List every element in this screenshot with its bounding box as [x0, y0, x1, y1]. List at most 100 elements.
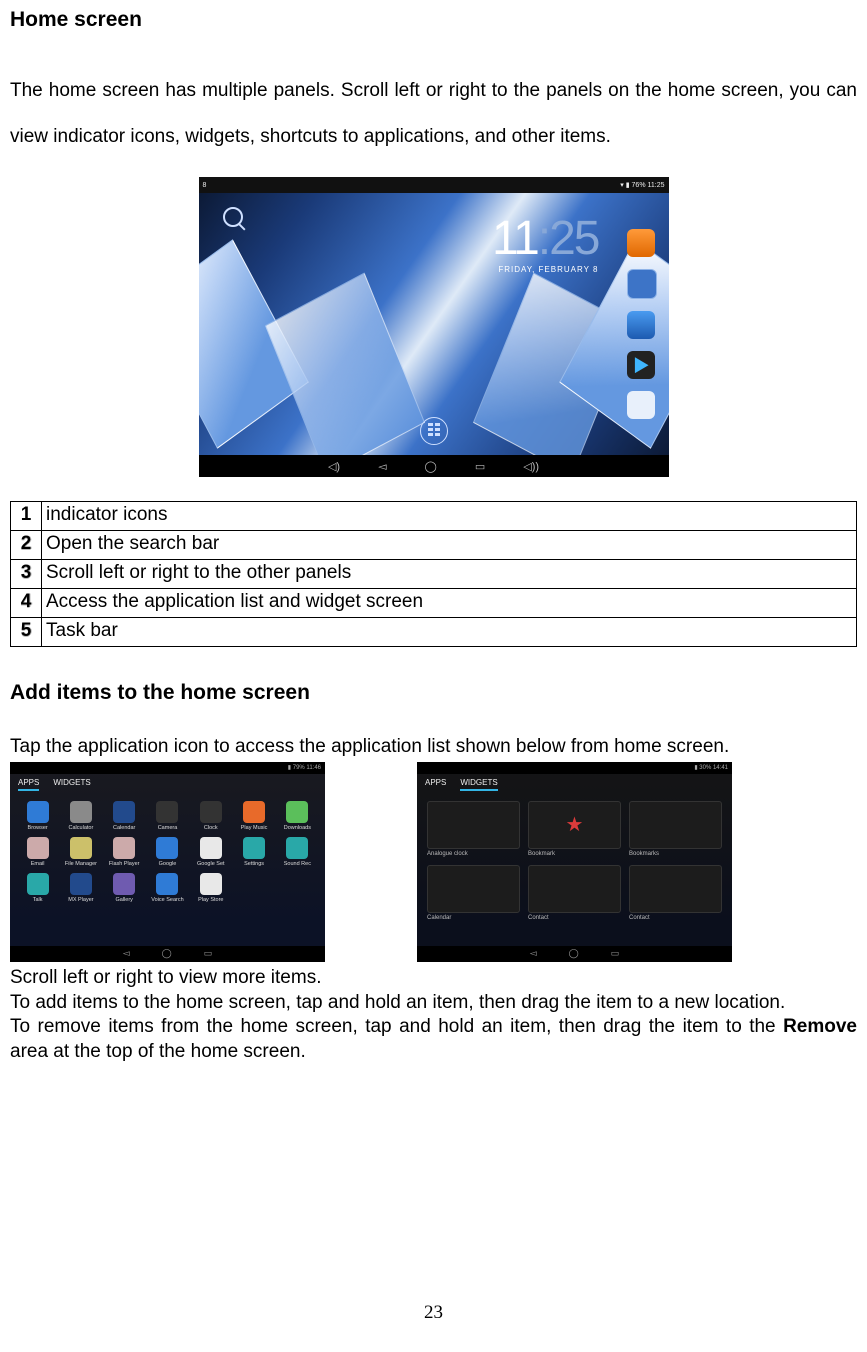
app-icon-glyph [200, 837, 222, 859]
app-icon-glyph [243, 801, 265, 823]
widgets-tab: WIDGETS [53, 778, 90, 791]
legend-row: 4Access the application list and widget … [11, 589, 857, 618]
app-icon-glyph [70, 837, 92, 859]
search-icon [223, 207, 243, 227]
app-icon: Google [150, 837, 185, 867]
app-icon-glyph [70, 801, 92, 823]
app-icon: Calendar [107, 801, 142, 831]
camera-icon [627, 311, 655, 339]
app-icon-glyph [70, 873, 92, 895]
app-label: Google [159, 861, 177, 867]
app-label: File Manager [65, 861, 97, 867]
widget-label: Contact [528, 915, 621, 921]
app-icon: Flash Player [107, 837, 142, 867]
app-icon: Play Music [236, 801, 271, 831]
widget-label: Contact [629, 915, 722, 921]
music-icon [627, 229, 655, 257]
app-icon-glyph [156, 801, 178, 823]
app-icon: Camera [150, 801, 185, 831]
app-icon: MX Player [63, 873, 98, 903]
add-paragraph: To add items to the home screen, tap and… [10, 991, 857, 1016]
app-label: Gallery [115, 897, 132, 903]
calendar-icon [627, 269, 657, 299]
widget-preview [629, 865, 722, 913]
app-label: Play Music [241, 825, 268, 831]
back-icon: ◅ [378, 460, 386, 473]
back-icon: ◅ [530, 948, 537, 959]
app-icon-glyph [243, 837, 265, 859]
app-icon: Calculator [63, 801, 98, 831]
app-label: Voice Search [151, 897, 183, 903]
widget-tile: Calendar [427, 865, 520, 921]
legend-number: 1 [11, 502, 42, 531]
app-icon-glyph [113, 837, 135, 859]
app-label: MX Player [68, 897, 93, 903]
app-icon: Talk [20, 873, 55, 903]
widget-label: Calendar [427, 915, 520, 921]
widget-preview [528, 865, 621, 913]
vol-up-icon: ◁)) [523, 460, 539, 473]
app-icon: Gallery [107, 873, 142, 903]
clock-date: FRIDAY, FEBRUARY 8 [492, 265, 599, 274]
widget-preview [629, 801, 722, 849]
legend-table: 1indicator icons2Open the search bar3Scr… [10, 501, 857, 647]
apps-tab: APPS [18, 778, 39, 791]
app-icon-glyph [27, 837, 49, 859]
legend-number: 5 [11, 618, 42, 647]
legend-text: Task bar [42, 618, 857, 647]
status-bar: ▮ 79% 11:46 [10, 762, 325, 774]
app-icon: File Manager [63, 837, 98, 867]
widgets-tab: WIDGETS [460, 778, 497, 791]
widget-label: Bookmarks [629, 851, 722, 857]
app-label: Play Store [198, 897, 223, 903]
heading-home-screen: Home screen [10, 8, 857, 32]
apps-tab: APPS [425, 778, 446, 791]
widget-label: Bookmark [528, 851, 621, 857]
app-icon-glyph [200, 801, 222, 823]
legend-text: indicator icons [42, 502, 857, 531]
clock-widget: 11:25 FRIDAY, FEBRUARY 8 [492, 215, 599, 274]
widget-tile: Analogue clock [427, 801, 520, 857]
tap-paragraph: Tap the application icon to access the a… [10, 735, 857, 760]
heading-add-items: Add items to the home screen [10, 681, 857, 705]
app-icon: Play Store [193, 873, 228, 903]
system-nav-bar: ◅ ◯ ▭ [10, 946, 325, 962]
app-icon-glyph [200, 873, 222, 895]
apps-button-icon [420, 417, 448, 445]
widget-preview [427, 865, 520, 913]
app-icon-glyph [113, 801, 135, 823]
home-icon: ◯ [569, 948, 579, 959]
apps-list-image: ▮ 79% 11:46 APPS WIDGETS Browser Calculat… [10, 762, 325, 962]
legend-number: 2 [11, 531, 42, 560]
dock-icons [627, 229, 657, 419]
app-icon: Clock [193, 801, 228, 831]
video-icon [627, 351, 655, 379]
recent-icon: ▭ [611, 948, 620, 959]
app-icon: Browser [20, 801, 55, 831]
widget-tile: ★ Bookmark [528, 801, 621, 857]
app-label: Browser [28, 825, 48, 831]
app-label: Clock [204, 825, 218, 831]
recent-icon: ▭ [475, 460, 485, 473]
widget-tile: Contact [528, 865, 621, 921]
home-icon: ◯ [162, 948, 172, 959]
widget-preview: ★ [528, 801, 621, 849]
clock-hours: 11 [492, 212, 538, 265]
app-icon-glyph [27, 873, 49, 895]
intro-paragraph: The home screen has multiple panels. Scr… [10, 68, 857, 159]
remove-paragraph: To remove items from the home screen, ta… [10, 1015, 857, 1064]
store-icon [627, 391, 655, 419]
legend-text: Access the application list and widget s… [42, 589, 857, 618]
page-number: 23 [0, 1302, 867, 1324]
widget-preview [427, 801, 520, 849]
app-label: Calculator [69, 825, 94, 831]
app-icon-glyph [27, 801, 49, 823]
widgets-list-image: ▮ 30% 14:41 APPS WIDGETS Analogue clock★… [417, 762, 732, 962]
app-label: Google Set [197, 861, 225, 867]
app-icon: Sound Rec [280, 837, 315, 867]
status-bar: 8 ▾ ▮ 76% 11:25 [199, 177, 669, 193]
app-label: Email [31, 861, 45, 867]
app-label: Camera [158, 825, 178, 831]
wallpaper-shape [264, 273, 424, 456]
legend-row: 3Scroll left or right to the other panel… [11, 560, 857, 589]
